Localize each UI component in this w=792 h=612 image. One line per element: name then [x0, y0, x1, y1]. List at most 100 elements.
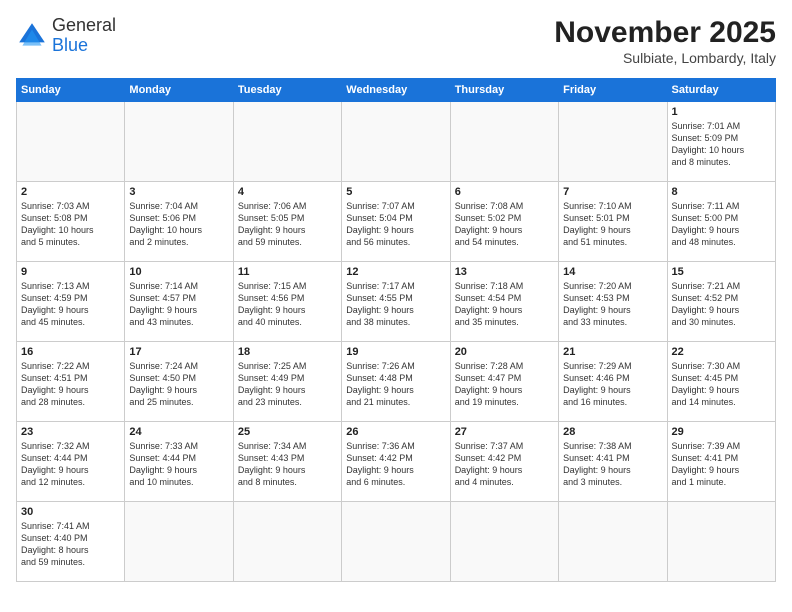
logo-text: GeneralBlue	[52, 16, 116, 56]
calendar-cell: 20 Sunrise: 7:28 AM Sunset: 4:47 PM Dayli…	[450, 342, 558, 422]
day-info: Sunrise: 7:11 AM Sunset: 5:00 PM Dayligh…	[672, 200, 771, 249]
day-number: 10	[129, 266, 228, 278]
calendar-cell: 5 Sunrise: 7:07 AM Sunset: 5:04 PM Daylig…	[342, 182, 450, 262]
day-number: 22	[672, 346, 771, 358]
location-subtitle: Sulbiate, Lombardy, Italy	[554, 50, 776, 66]
calendar-cell	[559, 102, 667, 182]
weekday-header: Thursday	[450, 79, 558, 102]
calendar-cell: 11 Sunrise: 7:15 AM Sunset: 4:56 PM Dayli…	[233, 262, 341, 342]
day-info: Sunrise: 7:22 AM Sunset: 4:51 PM Dayligh…	[21, 360, 120, 409]
calendar-cell: 17 Sunrise: 7:24 AM Sunset: 4:50 PM Dayli…	[125, 342, 233, 422]
weekday-header: Saturday	[667, 79, 775, 102]
day-info: Sunrise: 7:36 AM Sunset: 4:42 PM Dayligh…	[346, 440, 445, 489]
day-number: 17	[129, 346, 228, 358]
day-info: Sunrise: 7:06 AM Sunset: 5:05 PM Dayligh…	[238, 200, 337, 249]
calendar-cell	[342, 502, 450, 582]
logo-icon	[16, 20, 48, 52]
calendar-cell	[342, 102, 450, 182]
day-number: 21	[563, 346, 662, 358]
day-info: Sunrise: 7:29 AM Sunset: 4:46 PM Dayligh…	[563, 360, 662, 409]
day-number: 11	[238, 266, 337, 278]
calendar-cell	[450, 102, 558, 182]
calendar-cell: 3Sunrise: 7:04 AM Sunset: 5:06 PM Daylig…	[125, 182, 233, 262]
calendar-cell: 13 Sunrise: 7:18 AM Sunset: 4:54 PM Dayli…	[450, 262, 558, 342]
day-info: Sunrise: 7:41 AM Sunset: 4:40 PM Dayligh…	[21, 520, 120, 569]
calendar-cell	[450, 502, 558, 582]
calendar-cell: 2 Sunrise: 7:03 AM Sunset: 5:08 PM Daylig…	[17, 182, 125, 262]
calendar-cell: 12 Sunrise: 7:17 AM Sunset: 4:55 PM Dayli…	[342, 262, 450, 342]
day-info: Sunrise: 7:07 AM Sunset: 5:04 PM Dayligh…	[346, 200, 445, 249]
day-number: 7	[563, 186, 662, 198]
day-number: 24	[129, 426, 228, 438]
calendar-table: SundayMondayTuesdayWednesdayThursdayFrid…	[16, 78, 776, 582]
calendar-week-row: 9Sunrise: 7:13 AM Sunset: 4:59 PM Daylig…	[17, 262, 776, 342]
day-info: Sunrise: 7:17 AM Sunset: 4:55 PM Dayligh…	[346, 280, 445, 329]
calendar-cell: 4 Sunrise: 7:06 AM Sunset: 5:05 PM Daylig…	[233, 182, 341, 262]
calendar-cell: 28Sunrise: 7:38 AM Sunset: 4:41 PM Dayli…	[559, 422, 667, 502]
calendar-cell: 25Sunrise: 7:34 AM Sunset: 4:43 PM Dayli…	[233, 422, 341, 502]
day-number: 20	[455, 346, 554, 358]
month-title: November 2025	[554, 16, 776, 50]
calendar-cell	[125, 102, 233, 182]
calendar-cell: 23 Sunrise: 7:32 AM Sunset: 4:44 PM Dayli…	[17, 422, 125, 502]
day-number: 8	[672, 186, 771, 198]
calendar-cell: 26Sunrise: 7:36 AM Sunset: 4:42 PM Dayli…	[342, 422, 450, 502]
day-info: Sunrise: 7:25 AM Sunset: 4:49 PM Dayligh…	[238, 360, 337, 409]
calendar-cell: 18Sunrise: 7:25 AM Sunset: 4:49 PM Dayli…	[233, 342, 341, 422]
day-number: 2	[21, 186, 120, 198]
day-info: Sunrise: 7:18 AM Sunset: 4:54 PM Dayligh…	[455, 280, 554, 329]
day-info: Sunrise: 7:03 AM Sunset: 5:08 PM Dayligh…	[21, 200, 120, 249]
calendar-cell: 22 Sunrise: 7:30 AM Sunset: 4:45 PM Dayli…	[667, 342, 775, 422]
calendar-cell: 16 Sunrise: 7:22 AM Sunset: 4:51 PM Dayli…	[17, 342, 125, 422]
day-number: 4	[238, 186, 337, 198]
day-number: 29	[672, 426, 771, 438]
calendar-cell: 29 Sunrise: 7:39 AM Sunset: 4:41 PM Dayli…	[667, 422, 775, 502]
calendar-cell: 10 Sunrise: 7:14 AM Sunset: 4:57 PM Dayli…	[125, 262, 233, 342]
weekday-header: Wednesday	[342, 79, 450, 102]
calendar-cell	[125, 502, 233, 582]
calendar-cell: 15Sunrise: 7:21 AM Sunset: 4:52 PM Dayli…	[667, 262, 775, 342]
calendar-cell: 24Sunrise: 7:33 AM Sunset: 4:44 PM Dayli…	[125, 422, 233, 502]
calendar-cell: 19Sunrise: 7:26 AM Sunset: 4:48 PM Dayli…	[342, 342, 450, 422]
day-number: 16	[21, 346, 120, 358]
weekday-header: Tuesday	[233, 79, 341, 102]
day-info: Sunrise: 7:21 AM Sunset: 4:52 PM Dayligh…	[672, 280, 771, 329]
calendar-cell: 21 Sunrise: 7:29 AM Sunset: 4:46 PM Dayli…	[559, 342, 667, 422]
calendar-cell	[17, 102, 125, 182]
calendar-cell: 30Sunrise: 7:41 AM Sunset: 4:40 PM Dayli…	[17, 502, 125, 582]
calendar-cell: 27 Sunrise: 7:37 AM Sunset: 4:42 PM Dayli…	[450, 422, 558, 502]
day-info: Sunrise: 7:26 AM Sunset: 4:48 PM Dayligh…	[346, 360, 445, 409]
day-info: Sunrise: 7:10 AM Sunset: 5:01 PM Dayligh…	[563, 200, 662, 249]
day-number: 12	[346, 266, 445, 278]
day-number: 3	[129, 186, 228, 198]
day-info: Sunrise: 7:28 AM Sunset: 4:47 PM Dayligh…	[455, 360, 554, 409]
calendar-cell: 14Sunrise: 7:20 AM Sunset: 4:53 PM Dayli…	[559, 262, 667, 342]
day-info: Sunrise: 7:13 AM Sunset: 4:59 PM Dayligh…	[21, 280, 120, 329]
day-number: 23	[21, 426, 120, 438]
calendar-week-row: 1Sunrise: 7:01 AM Sunset: 5:09 PM Daylig…	[17, 102, 776, 182]
day-number: 14	[563, 266, 662, 278]
day-info: Sunrise: 7:37 AM Sunset: 4:42 PM Dayligh…	[455, 440, 554, 489]
calendar-week-row: 2 Sunrise: 7:03 AM Sunset: 5:08 PM Daylig…	[17, 182, 776, 262]
calendar-week-row: 16 Sunrise: 7:22 AM Sunset: 4:51 PM Dayli…	[17, 342, 776, 422]
calendar-cell: 7 Sunrise: 7:10 AM Sunset: 5:01 PM Daylig…	[559, 182, 667, 262]
weekday-header: Monday	[125, 79, 233, 102]
calendar-cell	[667, 502, 775, 582]
day-info: Sunrise: 7:24 AM Sunset: 4:50 PM Dayligh…	[129, 360, 228, 409]
calendar-cell	[233, 102, 341, 182]
day-info: Sunrise: 7:14 AM Sunset: 4:57 PM Dayligh…	[129, 280, 228, 329]
day-info: Sunrise: 7:38 AM Sunset: 4:41 PM Dayligh…	[563, 440, 662, 489]
calendar-cell	[233, 502, 341, 582]
weekday-header: Sunday	[17, 79, 125, 102]
day-info: Sunrise: 7:32 AM Sunset: 4:44 PM Dayligh…	[21, 440, 120, 489]
day-number: 27	[455, 426, 554, 438]
day-info: Sunrise: 7:39 AM Sunset: 4:41 PM Dayligh…	[672, 440, 771, 489]
day-info: Sunrise: 7:30 AM Sunset: 4:45 PM Dayligh…	[672, 360, 771, 409]
day-number: 13	[455, 266, 554, 278]
day-info: Sunrise: 7:15 AM Sunset: 4:56 PM Dayligh…	[238, 280, 337, 329]
calendar-cell: 8 Sunrise: 7:11 AM Sunset: 5:00 PM Daylig…	[667, 182, 775, 262]
calendar-week-row: 30Sunrise: 7:41 AM Sunset: 4:40 PM Dayli…	[17, 502, 776, 582]
day-number: 5	[346, 186, 445, 198]
calendar-header: SundayMondayTuesdayWednesdayThursdayFrid…	[17, 79, 776, 102]
day-info: Sunrise: 7:01 AM Sunset: 5:09 PM Dayligh…	[672, 120, 771, 169]
